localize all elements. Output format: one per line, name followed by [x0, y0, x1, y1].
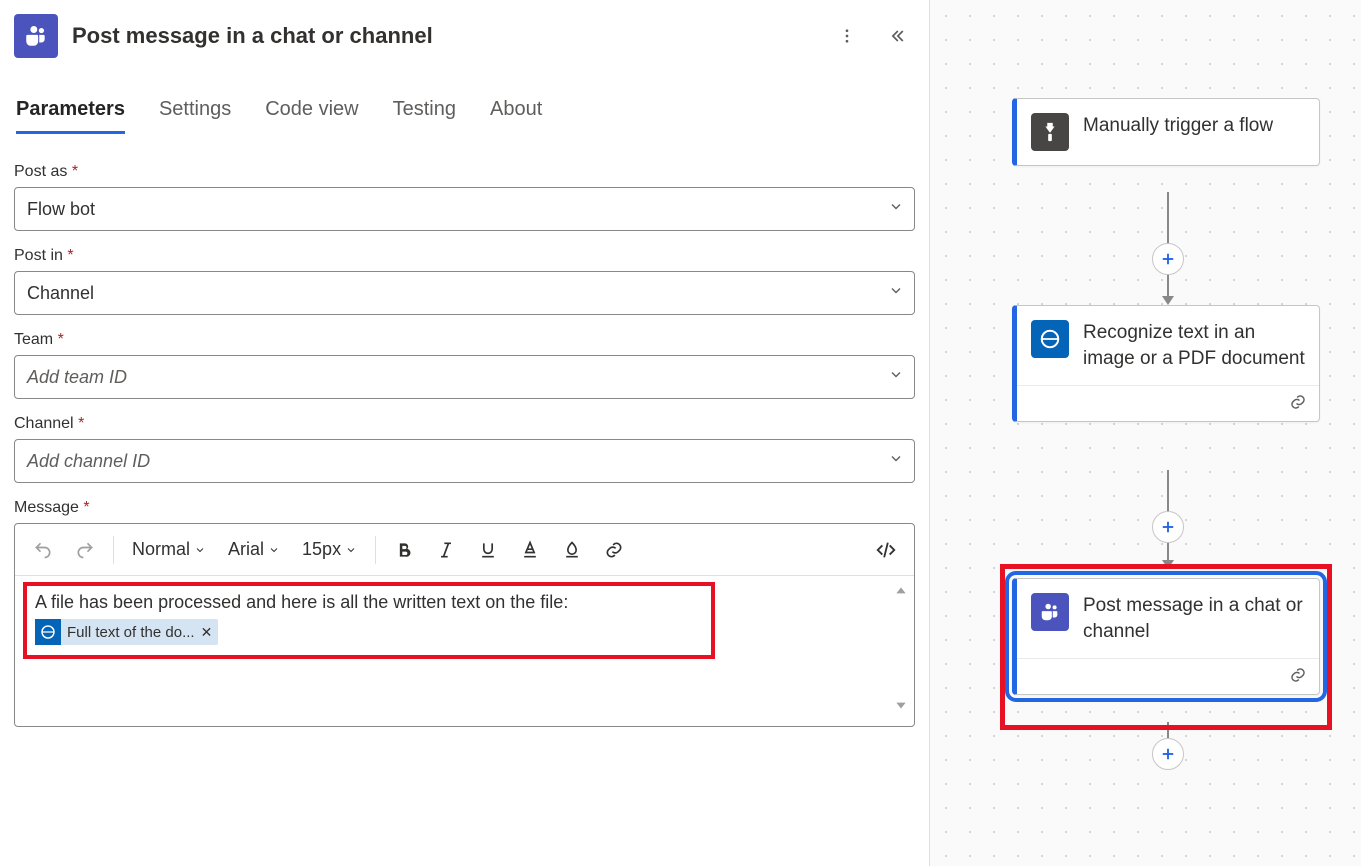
post-as-select[interactable]: Flow bot [14, 187, 915, 231]
channel-label: Channel * [14, 415, 915, 433]
chevron-down-icon [888, 367, 904, 388]
tab-parameters[interactable]: Parameters [16, 92, 125, 134]
flow-node-trigger[interactable]: Manually trigger a flow [1012, 98, 1320, 166]
post-as-label: Post as * [14, 163, 915, 181]
add-step-button[interactable] [1152, 243, 1184, 275]
panel-title: Post message in a chat or channel [72, 23, 815, 49]
tab-code-view[interactable]: Code view [265, 92, 358, 134]
undo-button[interactable] [25, 532, 61, 568]
style-dropdown[interactable]: Normal [124, 532, 214, 568]
team-placeholder: Add team ID [27, 367, 127, 388]
flow-node-recognize-text[interactable]: Recognize text in an image or a PDF docu… [1012, 305, 1320, 422]
font-color-button[interactable] [512, 532, 548, 568]
message-text: A file has been processed and here is al… [35, 592, 703, 613]
connector-line [1167, 470, 1169, 512]
teams-logo-icon [14, 14, 58, 58]
chevron-down-icon [888, 199, 904, 220]
flow-canvas[interactable]: Manually trigger a flow Recognize text i… [930, 0, 1361, 866]
underline-button[interactable] [470, 532, 506, 568]
tab-about[interactable]: About [490, 92, 542, 134]
code-view-button[interactable] [868, 532, 904, 568]
channel-placeholder: Add channel ID [27, 451, 150, 472]
editor-toolbar: Normal Arial 15px [15, 524, 914, 576]
italic-button[interactable] [428, 532, 464, 568]
teams-icon [1031, 593, 1069, 631]
dynamic-content-token[interactable]: Full text of the do... ✕ [35, 619, 218, 645]
node-title: Recognize text in an image or a PDF docu… [1083, 320, 1305, 371]
post-as-value: Flow bot [27, 199, 95, 220]
channel-select[interactable]: Add channel ID [14, 439, 915, 483]
post-in-select[interactable]: Channel [14, 271, 915, 315]
add-step-button[interactable] [1152, 511, 1184, 543]
editor-content-area[interactable]: A file has been processed and here is al… [15, 576, 914, 726]
add-step-button[interactable] [1152, 738, 1184, 770]
flow-node-post-message[interactable]: Post message in a chat or channel [1012, 578, 1320, 695]
tab-settings[interactable]: Settings [159, 92, 231, 134]
tabs-bar: Parameters Settings Code view Testing Ab… [14, 92, 915, 135]
scroll-indicator [894, 584, 908, 712]
collapse-panel-button[interactable] [879, 18, 915, 54]
link-icon [1289, 393, 1307, 414]
remove-token-button[interactable]: ✕ [201, 624, 213, 641]
bold-button[interactable] [386, 532, 422, 568]
post-in-value: Channel [27, 283, 94, 304]
node-title: Manually trigger a flow [1083, 113, 1273, 139]
message-editor: Normal Arial 15px A file has been pro [14, 523, 915, 727]
font-dropdown[interactable]: Arial [220, 532, 288, 568]
link-button[interactable] [596, 532, 632, 568]
post-in-label: Post in * [14, 247, 915, 265]
ai-builder-icon [1031, 320, 1069, 358]
annotation-highlight: A file has been processed and here is al… [23, 582, 715, 659]
connector-line [1167, 192, 1169, 244]
token-label: Full text of the do... [67, 624, 195, 641]
team-label: Team * [14, 331, 915, 349]
team-select[interactable]: Add team ID [14, 355, 915, 399]
node-title: Post message in a chat or channel [1083, 593, 1305, 644]
redo-button[interactable] [67, 532, 103, 568]
message-label: Message * [14, 499, 915, 517]
link-icon [1289, 666, 1307, 687]
tab-testing[interactable]: Testing [393, 92, 456, 134]
ai-icon [35, 619, 61, 645]
more-options-button[interactable] [829, 18, 865, 54]
trigger-icon [1031, 113, 1069, 151]
size-dropdown[interactable]: 15px [294, 532, 365, 568]
highlight-button[interactable] [554, 532, 590, 568]
chevron-down-icon [888, 451, 904, 472]
chevron-down-icon [888, 283, 904, 304]
